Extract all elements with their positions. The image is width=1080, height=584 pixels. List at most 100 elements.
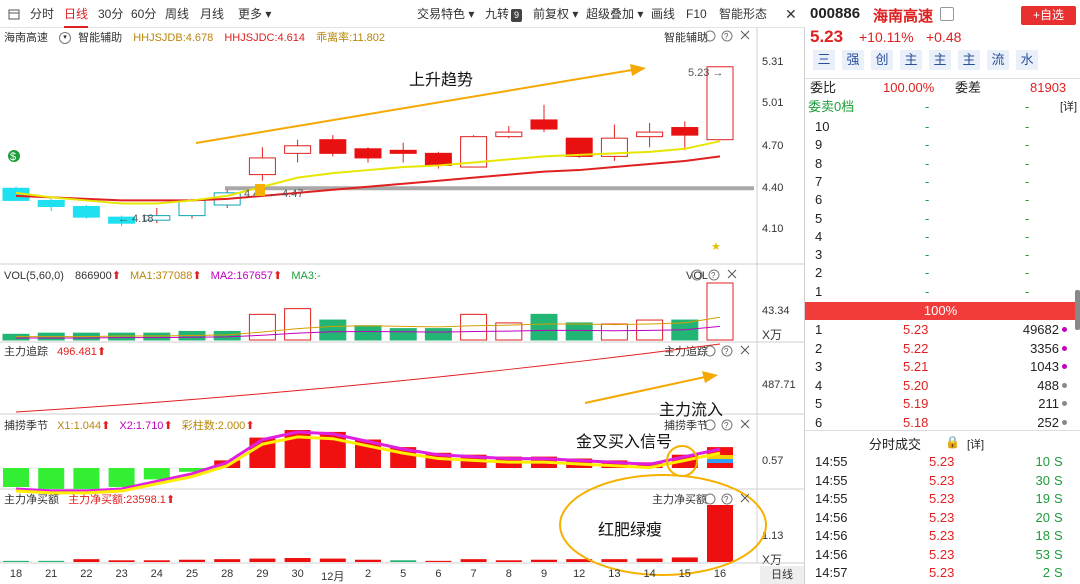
tick-price: 5.23 xyxy=(929,565,955,580)
inflow-arrowhead xyxy=(702,371,718,383)
order-dot-icon xyxy=(1062,364,1067,369)
volume-bar xyxy=(530,313,558,341)
candle-body xyxy=(636,131,664,138)
tick-side: S xyxy=(1054,509,1063,525)
concept-tag[interactable]: 主 xyxy=(929,50,951,70)
x-tick-label: 22 xyxy=(80,568,93,580)
net-buy-bar xyxy=(214,559,241,562)
detail-link[interactable]: [详] xyxy=(1060,98,1077,116)
copy-icon[interactable] xyxy=(940,7,954,21)
net-buy-bar xyxy=(355,559,381,562)
tick-side: S xyxy=(1054,546,1063,562)
net-buy-bar xyxy=(179,559,205,562)
x-tick-label: 12 xyxy=(573,568,586,580)
price-change-pct: +10.11% xyxy=(859,29,914,45)
add-watchlist-button[interactable]: +自选 xyxy=(1021,6,1076,25)
sell0-row: 委卖0档 - - [详] xyxy=(805,98,1080,116)
annotation-inflow: 主力流入 xyxy=(659,402,724,419)
season-bar xyxy=(3,468,29,487)
net-buy-bar xyxy=(671,557,698,562)
help-glyph: ? xyxy=(724,347,729,356)
level-number: 6 xyxy=(815,414,823,430)
tick-time: 14:55 xyxy=(815,472,848,488)
sell0-dash: - xyxy=(925,99,930,114)
sell-level-row: 4 - - xyxy=(805,228,1080,246)
concept-tag[interactable]: 流 xyxy=(987,50,1009,70)
x-tick-label: 9 xyxy=(540,568,548,580)
help-glyph: ? xyxy=(724,421,729,430)
level-price: - xyxy=(925,137,930,153)
level-number: 5 xyxy=(815,396,823,411)
help-glyph: ? xyxy=(724,495,729,504)
level-price: - xyxy=(925,228,930,244)
x-tick-label: 21 xyxy=(45,568,58,580)
volume-bar xyxy=(424,328,452,341)
buy-level-row: 5 5.19 211 xyxy=(805,395,1080,413)
kline-chart[interactable]: ← 4.184.4 ← 4.475.23 →$★????? xyxy=(0,0,805,584)
tick-row: 14:55 5.23 30 S xyxy=(805,472,1080,490)
tick-volume: 30 xyxy=(1035,472,1050,488)
level-volume: 211 xyxy=(1038,396,1059,411)
net-buy-bar xyxy=(390,560,417,562)
weibi-label: 委比 xyxy=(810,80,837,95)
track-line xyxy=(15,343,721,413)
level-price: 5.19 xyxy=(903,396,929,411)
level-volume: 488 xyxy=(1037,377,1059,393)
red-green-ellipse xyxy=(559,474,767,576)
settings-icon xyxy=(704,419,716,431)
tick-volume: 19 xyxy=(1035,491,1050,506)
x-tick-label: 13 xyxy=(608,568,621,580)
net-buy-bar xyxy=(249,558,276,562)
buy-level-row: 4 5.20 488 xyxy=(805,377,1080,395)
level-number: 1 xyxy=(815,283,823,299)
level-number: 4 xyxy=(815,228,823,244)
order-dot-icon xyxy=(1062,327,1067,332)
x-tick-label: 18 xyxy=(9,568,23,580)
volume-bar xyxy=(213,330,241,341)
tick-time: 14:57 xyxy=(815,565,848,580)
ticks-detail-link[interactable]: [详] xyxy=(967,436,984,452)
candle-body xyxy=(284,145,312,154)
concept-tag[interactable]: 强 xyxy=(842,50,864,70)
trend-arrowhead xyxy=(630,64,646,76)
level-price: - xyxy=(925,192,930,208)
x-tick-label: 16 xyxy=(713,568,727,580)
tick-time: 14:56 xyxy=(815,509,848,525)
annotation-red-green: 红肥绿瘦 xyxy=(598,522,663,539)
volume-bar xyxy=(319,319,347,341)
net-buy-bar xyxy=(38,560,65,562)
concept-tag[interactable]: 创 xyxy=(871,50,893,70)
concept-tag[interactable]: 主 xyxy=(900,50,922,70)
level-price: - xyxy=(925,173,930,189)
level-volume: - xyxy=(1025,192,1030,208)
sell-level-row: 9 - - xyxy=(805,136,1080,154)
buy-level-row: 1 5.23 49682 xyxy=(805,321,1080,339)
stock-name: 海南高速 xyxy=(873,8,934,25)
level-number: 6 xyxy=(815,192,823,208)
chart-area[interactable]: 分时 日线 30分 60分 周线 月线 更多 ▾ 交易特色 ▾ 九转 9 前复权 … xyxy=(0,0,805,584)
tick-price: 5.23 xyxy=(929,472,955,488)
tick-price: 5.23 xyxy=(929,454,955,469)
sell-level-row: 6 - - xyxy=(805,191,1080,209)
level-price: 5.18 xyxy=(903,414,929,430)
level-price: - xyxy=(925,283,930,299)
net-buy-bar xyxy=(284,558,311,562)
level-volume: 3356 xyxy=(1030,340,1059,356)
concept-tag[interactable]: 三 xyxy=(813,50,835,70)
order-dot-icon xyxy=(1062,419,1067,425)
sell-level-row: 1 - - xyxy=(805,283,1080,301)
level-volume: 49682 xyxy=(1022,322,1059,337)
lock-icon[interactable]: 🔒 xyxy=(945,435,960,449)
tick-row: 14:55 5.23 19 S xyxy=(805,490,1080,508)
candle-body xyxy=(178,199,206,217)
level-price: 5.23 xyxy=(903,322,929,337)
candle-body xyxy=(72,206,100,218)
tick-time: 14:56 xyxy=(815,528,848,543)
concept-tag[interactable]: 主 xyxy=(958,50,980,70)
annotation-trend-up: 上升趋势 xyxy=(409,72,474,89)
net-buy-bar xyxy=(425,560,452,562)
level-price: - xyxy=(925,265,930,281)
concept-tag[interactable]: 水 xyxy=(1016,50,1038,70)
scrollbar-thumb[interactable] xyxy=(1075,290,1080,330)
current-price: 5.23 xyxy=(810,27,844,46)
